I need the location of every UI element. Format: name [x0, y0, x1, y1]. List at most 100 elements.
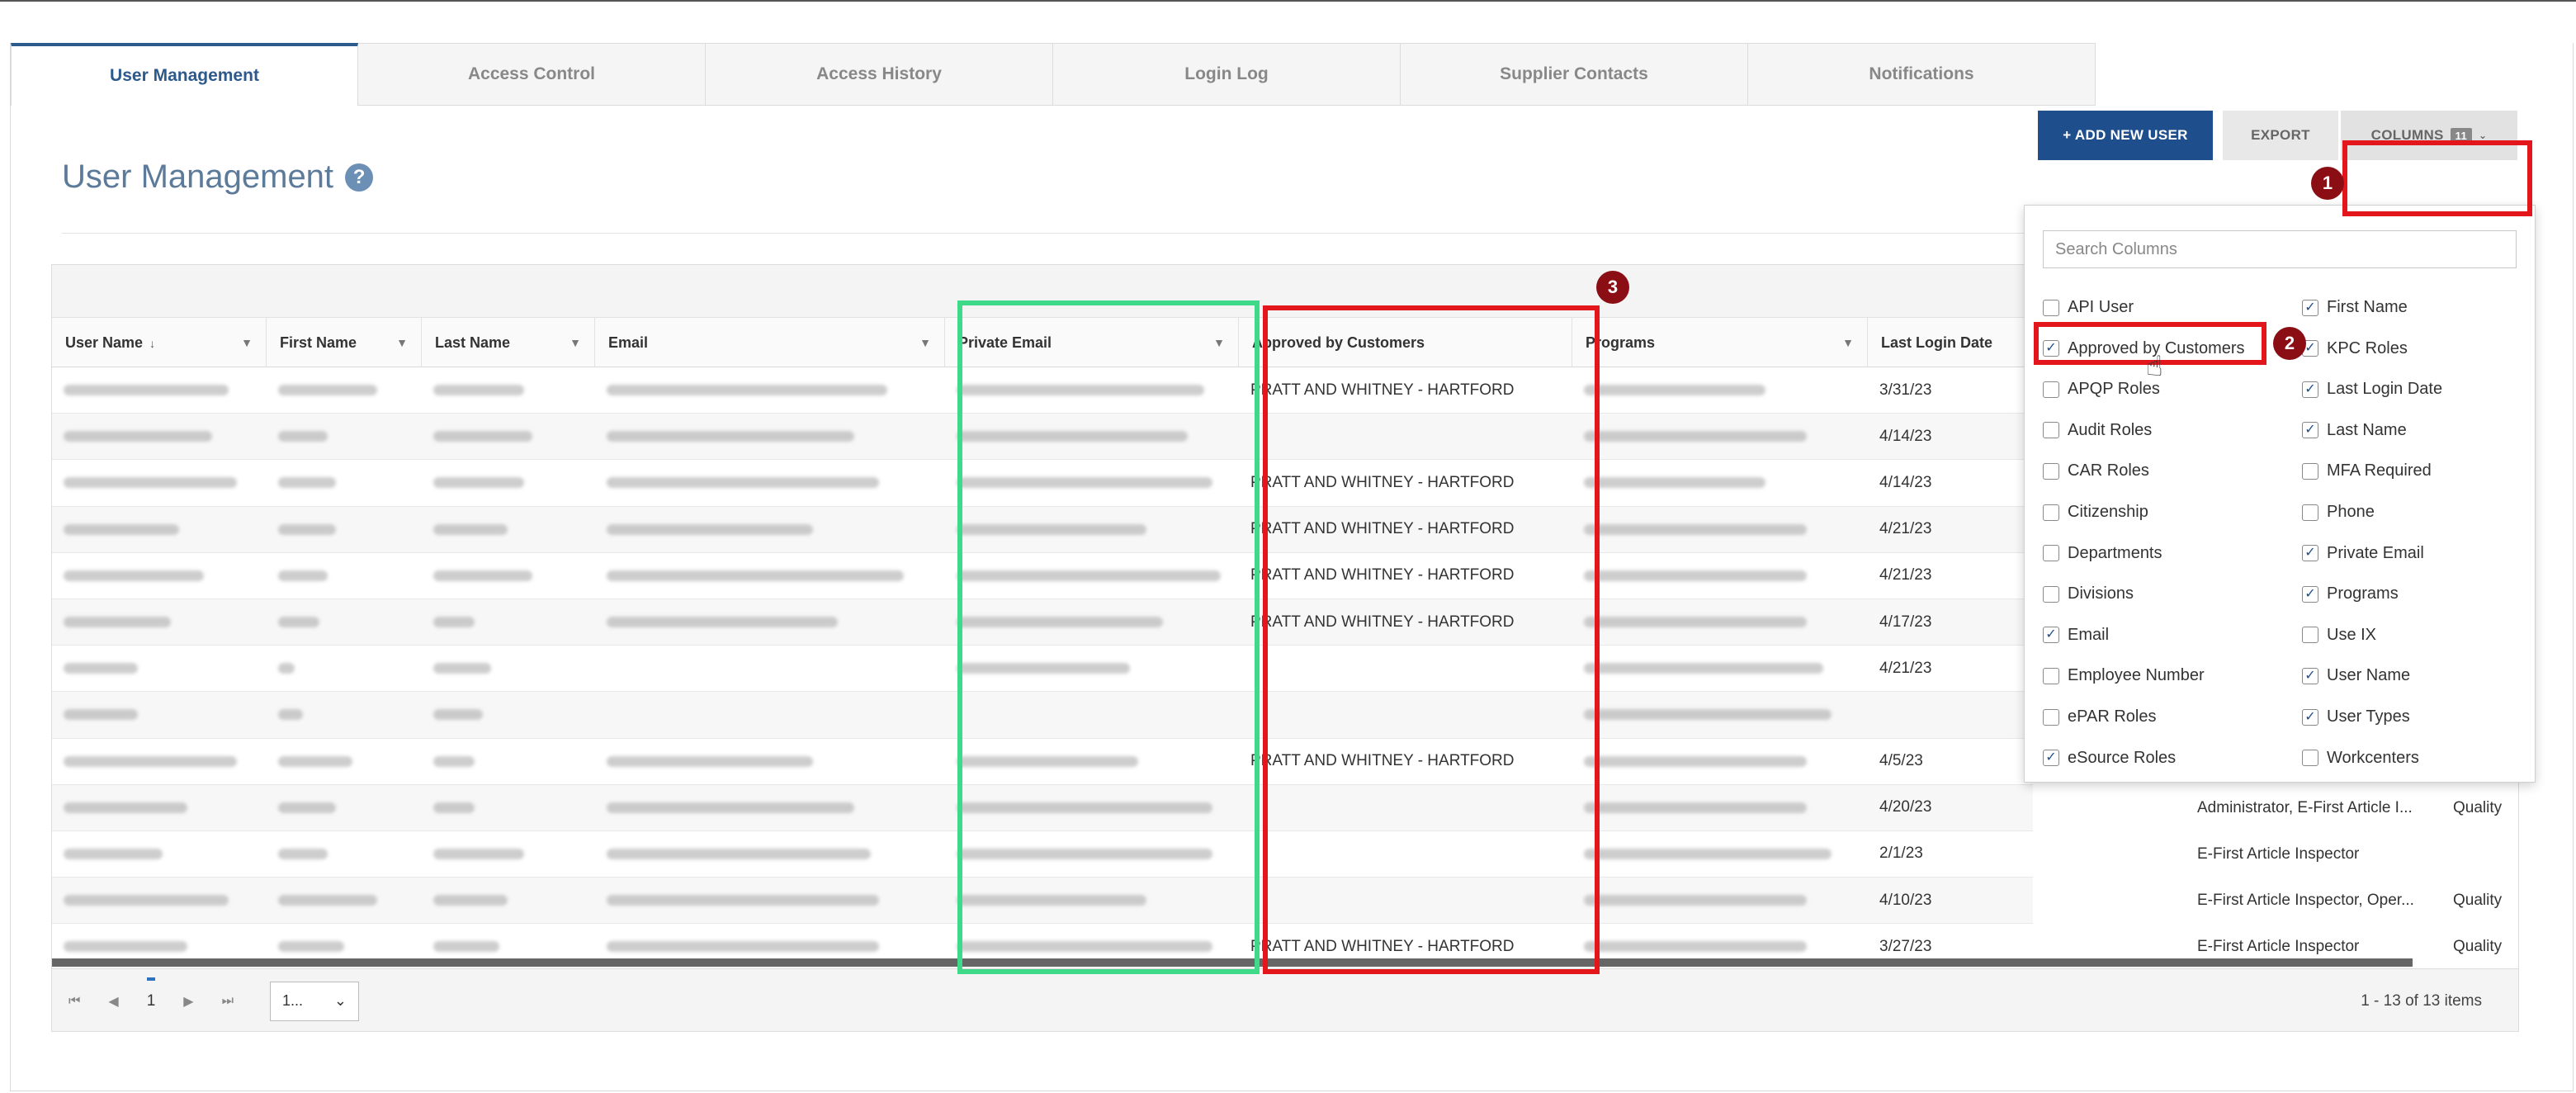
- cell-first-name: [267, 646, 422, 691]
- checkbox-icon[interactable]: [2043, 422, 2059, 439]
- header-email[interactable]: Email ▼: [595, 318, 945, 367]
- header-last-name[interactable]: Last Name ▼: [422, 318, 595, 367]
- column-option-car-roles[interactable]: CAR Roles: [2043, 461, 2149, 480]
- help-icon[interactable]: ?: [345, 163, 374, 192]
- redacted-text: [1584, 617, 1807, 628]
- header-programs[interactable]: Programs ▼: [1572, 318, 1868, 367]
- redacted-text: [64, 523, 179, 535]
- redacted-text: [607, 617, 838, 628]
- checkbox-checked-icon[interactable]: ✓: [2302, 545, 2318, 562]
- cell-programs: [1572, 414, 1868, 459]
- search-columns-input[interactable]: Search Columns: [2043, 230, 2517, 268]
- checkbox-icon[interactable]: [2043, 667, 2059, 684]
- header-user-name[interactable]: User Name ↓ ▼: [52, 318, 267, 367]
- checkbox-checked-icon[interactable]: ✓: [2043, 627, 2059, 644]
- column-option-label: Last Name: [2327, 420, 2407, 439]
- cell-programs: [1572, 785, 1868, 830]
- filter-icon[interactable]: ▼: [570, 336, 581, 349]
- filter-icon[interactable]: ▼: [241, 336, 253, 349]
- filter-icon[interactable]: ▼: [919, 336, 931, 349]
- export-button[interactable]: EXPORT: [2223, 111, 2338, 160]
- column-option-last-login-date[interactable]: ✓ Last Login Date: [2302, 380, 2442, 399]
- checkbox-icon[interactable]: [2302, 750, 2318, 767]
- redacted-text: [278, 385, 377, 396]
- redacted-text: [433, 709, 483, 721]
- cell-first-name: [267, 414, 422, 459]
- page-size-select[interactable]: 1... ⌄: [270, 981, 360, 1021]
- tab-login-log[interactable]: Login Log: [1053, 43, 1401, 106]
- column-option-private-email[interactable]: ✓ Private Email: [2302, 544, 2424, 563]
- column-option-workcenters[interactable]: Workcenters: [2302, 749, 2419, 768]
- redacted-text: [278, 523, 336, 535]
- checkbox-icon[interactable]: [2043, 299, 2059, 316]
- cell-email: [595, 414, 945, 459]
- checkbox-checked-icon[interactable]: ✓: [2302, 708, 2318, 726]
- checkbox-icon[interactable]: [2043, 504, 2059, 521]
- column-option-programs[interactable]: ✓ Programs: [2302, 584, 2399, 603]
- column-option-email[interactable]: ✓ Email: [2043, 626, 2109, 645]
- cell-first-name: [267, 692, 422, 737]
- cell-user-types: E-First Article Inspector: [2197, 845, 2360, 863]
- checkbox-icon[interactable]: [2043, 462, 2059, 480]
- column-option-esource-roles[interactable]: ✓ eSource Roles: [2043, 749, 2176, 768]
- column-option-departments[interactable]: Departments: [2043, 544, 2162, 563]
- checkbox-icon[interactable]: [2302, 462, 2318, 480]
- redacted-text: [433, 570, 532, 581]
- tab-access-control[interactable]: Access Control: [358, 43, 706, 106]
- next-page-icon[interactable]: ▶: [183, 993, 193, 1010]
- checkbox-icon[interactable]: [2302, 504, 2318, 521]
- column-option-epar-roles[interactable]: ePAR Roles: [2043, 707, 2156, 726]
- page-number[interactable]: 1: [146, 977, 156, 1010]
- cell-user-name: [52, 367, 267, 413]
- add-new-user-button[interactable]: + ADD NEW USER: [2038, 111, 2213, 160]
- column-option-citizenship[interactable]: Citizenship: [2043, 503, 2148, 522]
- redacted-text: [278, 755, 352, 767]
- checkbox-icon[interactable]: [2043, 708, 2059, 726]
- last-page-icon[interactable]: ⏭: [222, 994, 234, 1009]
- filter-icon[interactable]: ▼: [1842, 336, 1854, 349]
- column-option-phone[interactable]: Phone: [2302, 503, 2375, 522]
- header-first-name[interactable]: First Name ▼: [267, 318, 422, 367]
- checkbox-icon[interactable]: [2043, 381, 2059, 398]
- checkbox-checked-icon[interactable]: ✓: [2043, 750, 2059, 767]
- tab-access-history[interactable]: Access History: [706, 43, 1053, 106]
- checkbox-icon[interactable]: [2043, 545, 2059, 562]
- column-option-kpc-roles[interactable]: ✓ KPC Roles: [2302, 339, 2408, 358]
- checkbox-checked-icon[interactable]: ✓: [2302, 585, 2318, 603]
- column-option-apqp-roles[interactable]: APQP Roles: [2043, 380, 2160, 399]
- checkbox-checked-icon[interactable]: ✓: [2302, 667, 2318, 684]
- cell-programs: [1572, 739, 1868, 784]
- column-option-last-name[interactable]: ✓ Last Name: [2302, 421, 2407, 440]
- grid-pager: ⏮ ◀ 1 ▶ ⏭ 1... ⌄ 1 - 13 of 13 items: [52, 968, 2518, 1031]
- column-option-divisions[interactable]: Divisions: [2043, 584, 2134, 603]
- column-option-first-name[interactable]: ✓ First Name: [2302, 298, 2408, 317]
- checkbox-icon[interactable]: [2043, 585, 2059, 603]
- column-option-api-user[interactable]: API User: [2043, 298, 2134, 317]
- tab-supplier-contacts[interactable]: Supplier Contacts: [1401, 43, 1748, 106]
- cell-email: [595, 507, 945, 552]
- prev-page-icon[interactable]: ◀: [108, 993, 118, 1010]
- cell-user-name: [52, 553, 267, 599]
- column-option-mfa-required[interactable]: MFA Required: [2302, 461, 2432, 480]
- redacted-text: [64, 709, 138, 721]
- checkbox-checked-icon[interactable]: ✓: [2302, 422, 2318, 439]
- column-option-employee-number[interactable]: Employee Number: [2043, 666, 2205, 685]
- checkbox-icon[interactable]: [2302, 627, 2318, 644]
- cell-last-login-date: 4/21/23: [1879, 520, 1932, 538]
- redacted-text: [278, 802, 336, 813]
- column-option-use-ix[interactable]: Use IX: [2302, 626, 2376, 645]
- cell-user-name: [52, 878, 267, 923]
- cell-programs: [1572, 831, 1868, 877]
- header-last-login-date[interactable]: Last Login Date: [1868, 318, 2033, 367]
- filter-icon[interactable]: ▼: [396, 336, 408, 349]
- column-option-audit-roles[interactable]: Audit Roles: [2043, 421, 2152, 440]
- column-option-user-name[interactable]: ✓ User Name: [2302, 666, 2410, 685]
- first-page-icon[interactable]: ⏮: [69, 994, 80, 1009]
- checkbox-checked-icon[interactable]: ✓: [2302, 381, 2318, 398]
- redacted-text: [1584, 523, 1807, 535]
- checkbox-checked-icon[interactable]: ✓: [2302, 299, 2318, 316]
- column-option-user-types[interactable]: ✓ User Types: [2302, 707, 2410, 726]
- tab-notifications[interactable]: Notifications: [1748, 43, 2096, 106]
- tab-user-management[interactable]: User Management: [11, 43, 358, 106]
- redacted-text: [64, 848, 163, 859]
